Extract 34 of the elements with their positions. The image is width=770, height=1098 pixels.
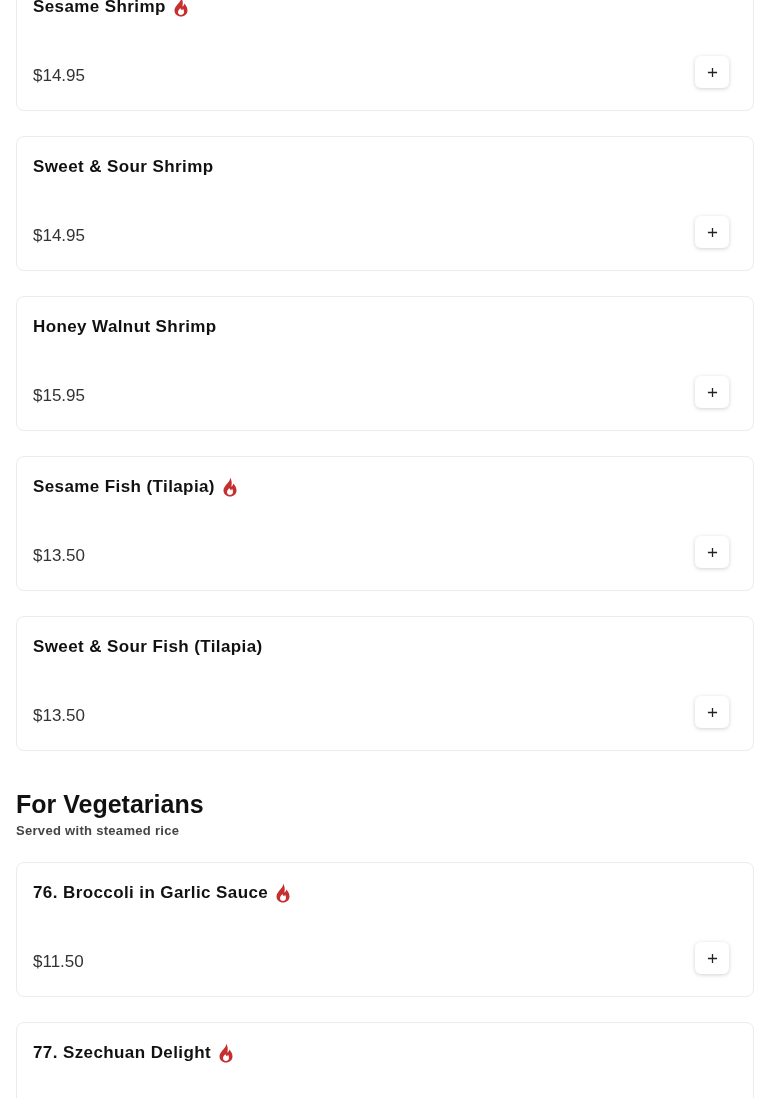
- item-name: 76. Broccoli in Garlic Sauce: [33, 883, 269, 903]
- plus-icon: [706, 706, 718, 718]
- menu-item-card[interactable]: 77. Szechuan Delight: [16, 1022, 754, 1098]
- item-name: 77. Szechuan Delight: [33, 1043, 212, 1063]
- item-price: $13.50: [33, 706, 85, 726]
- menu-item-card[interactable]: Sesame Shrimp $14.95: [16, 0, 754, 111]
- item-price: $15.95: [33, 386, 85, 406]
- plus-icon: [706, 386, 718, 398]
- item-name: Sesame Shrimp: [33, 0, 166, 17]
- item-price: $11.50: [33, 952, 84, 972]
- section-subtitle: Served with steamed rice: [16, 823, 181, 838]
- item-name: Sweet & Sour Fish (Tilapia): [33, 637, 263, 657]
- add-button[interactable]: [695, 376, 729, 408]
- add-button[interactable]: [695, 536, 729, 568]
- menu-item-card[interactable]: Sweet & Sour Fish (Tilapia) $13.50: [16, 616, 754, 751]
- plus-icon: [706, 952, 718, 964]
- plus-icon: [706, 66, 718, 78]
- item-name: Honey Walnut Shrimp: [33, 317, 217, 337]
- add-button[interactable]: [695, 216, 729, 248]
- menu-item-card[interactable]: Sesame Fish (Tilapia) $13.50: [16, 456, 754, 591]
- plus-icon: [706, 546, 718, 558]
- menu-item-card[interactable]: Sweet & Sour Shrimp $14.95: [16, 136, 754, 271]
- section-title: For Vegetarians: [16, 789, 205, 819]
- item-price: $14.95: [33, 226, 85, 246]
- menu-item-card[interactable]: 76. Broccoli in Garlic Sauce $11.50: [16, 862, 754, 997]
- item-name: Sweet & Sour Shrimp: [33, 157, 214, 177]
- plus-icon: [706, 226, 718, 238]
- add-button[interactable]: [695, 942, 729, 974]
- add-button[interactable]: [695, 696, 729, 728]
- item-name: Sesame Fish (Tilapia): [33, 477, 215, 497]
- item-price: $14.95: [33, 66, 85, 86]
- menu-item-card[interactable]: Honey Walnut Shrimp $15.95: [16, 296, 754, 431]
- item-price: $13.50: [33, 546, 85, 566]
- add-button[interactable]: [695, 56, 729, 88]
